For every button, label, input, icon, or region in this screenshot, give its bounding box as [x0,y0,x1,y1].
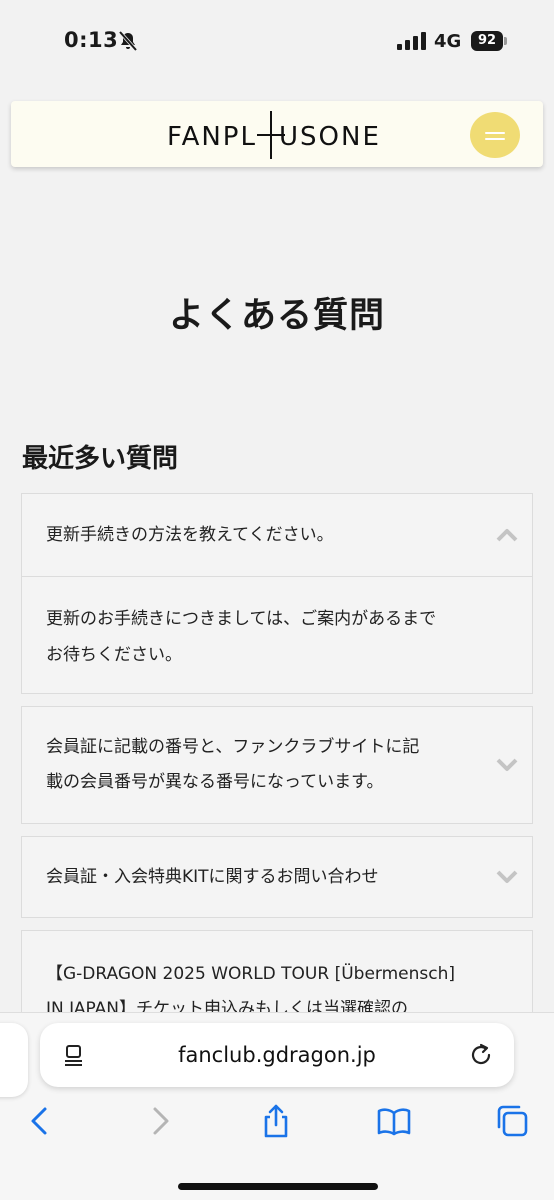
faq-question[interactable]: 更新手続きの方法を教えてください。 [22,494,532,576]
reload-icon[interactable] [468,1042,494,1068]
faq-answer-line: 更新のお手続きにつきましては、ご案内があるまで [46,609,437,629]
battery-icon: 92 [471,31,507,51]
tabs-icon[interactable] [494,1103,530,1139]
back-icon[interactable] [22,1103,58,1139]
address-bar[interactable]: fanclub.gdragon.jp [40,1023,514,1087]
menu-icon-line [485,138,505,140]
faq-question-text: 更新手続きの方法を教えてください。 [46,524,334,545]
network-label: 4G [434,31,462,52]
faq-question[interactable]: 会員証に記載の番号と、ファンクラブサイトに記 載の会員番号が異なる番号になってい… [22,707,532,823]
chevron-up-icon[interactable] [496,528,518,542]
share-icon[interactable] [258,1103,294,1139]
faq-question[interactable]: 会員証・入会特典KITに関するお問い合わせ [22,837,532,917]
fanplusone-logo[interactable]: FANPL USONE [167,109,399,161]
faq-item: 更新手続きの方法を教えてください。 更新のお手続きにつきましては、ご案内があるま… [21,493,533,694]
chevron-down-icon[interactable] [496,758,518,772]
screen: 0:13 4G 92 FANPL USONE よくある質問 最近多い質問 更新手… [0,0,554,1200]
faq-item: 会員証に記載の番号と、ファンクラブサイトに記 載の会員番号が異なる番号になってい… [21,706,533,824]
faq-question-text: 会員証に記載の番号と、ファンクラブサイトに記 載の会員番号が異なる番号になってい… [46,730,419,800]
home-indicator [178,1183,378,1190]
section-title: 最近多い質問 [22,444,179,474]
faq-answer: 更新のお手続きにつきましては、ご案内があるまで お待ちください。 [22,576,532,693]
faq-list: 更新手続きの方法を教えてください。 更新のお手続きにつきましては、ご案内があるま… [21,493,533,1054]
chevron-down-icon[interactable] [496,870,518,884]
previous-tab-preview[interactable] [0,1023,28,1097]
browser-bottom-bar: fanclub.gdragon.jp [0,1012,554,1200]
forward-icon[interactable] [142,1103,178,1139]
svg-text:FANPL: FANPL [167,122,257,152]
page-title: よくある質問 [168,296,385,336]
bell-slash-icon [118,30,138,52]
faq-answer-line: お待ちください。 [46,645,182,665]
status-time: 0:13 [64,28,119,52]
faq-question-line: 会員証に記載の番号と、ファンクラブサイトに記 [46,737,420,757]
menu-icon [485,132,505,134]
bookmarks-icon[interactable] [376,1103,412,1139]
url-text: fanclub.gdragon.jp [178,1043,376,1067]
faq-question-line: 載の会員番号が異なる番号になっています。 [46,772,384,792]
menu-button[interactable] [470,112,520,158]
site-header: FANPL USONE [11,101,543,167]
faq-question-line: 【G-DRAGON 2025 WORLD TOUR [Übermensch] [46,964,456,984]
battery-level: 92 [471,31,503,51]
svg-text:USONE: USONE [279,122,381,152]
battery-tip [504,37,507,45]
status-bar: 0:13 4G 92 [0,0,554,84]
faq-item: 会員証・入会特典KITに関するお問い合わせ [21,836,533,918]
faq-question-text: 会員証・入会特典KITに関するお問い合わせ [46,866,379,887]
signal-icon [397,32,426,50]
